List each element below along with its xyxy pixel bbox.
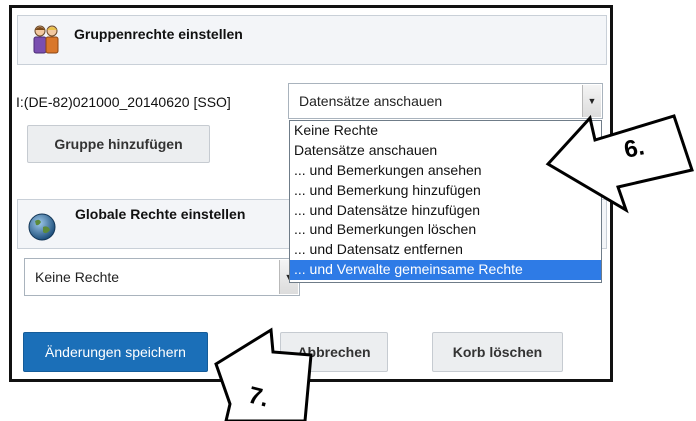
callout-overlay: 6. 7. xyxy=(214,114,694,421)
step-7-arrow-icon: 7. xyxy=(214,327,313,421)
step-6-arrow-icon: 6. xyxy=(545,114,694,214)
